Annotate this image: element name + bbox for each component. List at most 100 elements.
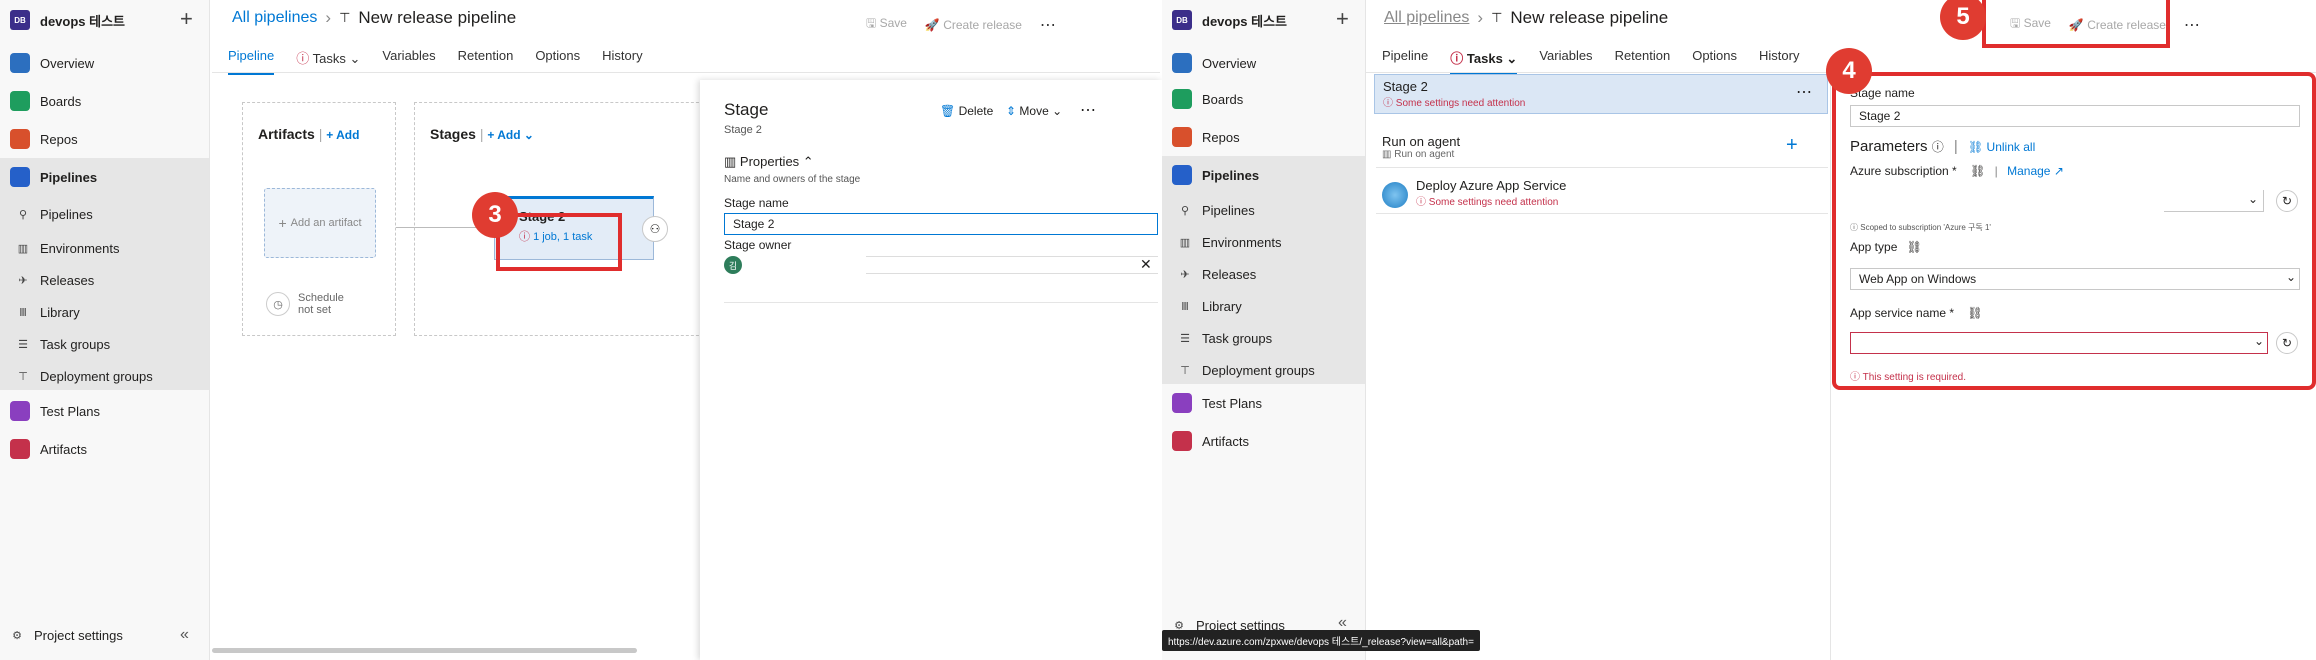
tab-tasks[interactable]: ⓘ Tasks ⌄ xyxy=(296,48,360,75)
annotation-box-5 xyxy=(1982,0,2170,48)
nav-sub-environments[interactable]: ▥ Environments xyxy=(1162,226,1282,258)
move-icon: ⇕ xyxy=(1006,104,1017,118)
tab-options[interactable]: Options xyxy=(1692,48,1737,75)
breadcrumb-all-pipelines[interactable]: All pipelines xyxy=(232,9,317,27)
boards-icon xyxy=(1172,89,1192,109)
properties-header[interactable]: ▥ Properties ⌃ xyxy=(724,154,814,170)
nav-sub-pipelines[interactable]: ⚲ Pipelines xyxy=(0,198,93,230)
clear-owner-icon[interactable]: ✕ xyxy=(1140,256,1152,273)
annotation-badge-3: 3 xyxy=(472,192,518,238)
tab-history[interactable]: History xyxy=(1759,48,1799,75)
task-groups-icon: ☰ xyxy=(1180,332,1190,345)
collapse-icon[interactable]: « xyxy=(180,626,189,644)
nav-sub-deployment-groups[interactable]: ⊤ Deployment groups xyxy=(0,360,153,392)
properties-label: Properties xyxy=(739,154,800,169)
tab-variables[interactable]: Variables xyxy=(382,48,435,75)
add-task-icon[interactable]: + xyxy=(1786,134,1798,157)
nav-boards[interactable]: Boards xyxy=(0,82,81,120)
tab-history[interactable]: History xyxy=(602,48,642,75)
schedule-trigger[interactable]: ◷ Schedule not set xyxy=(266,292,366,316)
warning-label: Some settings need attention xyxy=(1395,98,1526,109)
nav-pipelines[interactable]: Pipelines xyxy=(1162,156,1259,194)
tab-variables[interactable]: Variables xyxy=(1539,48,1592,75)
nav-sub-releases[interactable]: ✈ Releases xyxy=(0,264,94,296)
nav-artifacts[interactable]: Artifacts xyxy=(0,430,87,468)
nav-sub-pipelines[interactable]: ⚲ Pipelines xyxy=(1162,194,1255,226)
environment-icon: ▥ xyxy=(1179,236,1191,249)
stage-list-item[interactable]: Stage 2 ⓘ Some settings need attention xyxy=(1374,74,1828,114)
boards-icon xyxy=(10,91,30,111)
left-sidebar: DB devops 테스트 + Overview Boards Repos Pi… xyxy=(0,0,210,660)
delete-button[interactable]: 🗑 Delete xyxy=(940,104,993,118)
properties-icon: ▥ xyxy=(724,154,737,169)
nav-sub-task-groups[interactable]: ☰ Task groups xyxy=(0,328,110,360)
tab-pipeline[interactable]: Pipeline xyxy=(228,48,275,75)
tab-pipeline[interactable]: Pipeline xyxy=(1382,48,1428,75)
plus-icon[interactable]: + xyxy=(1336,6,1349,32)
add-artifact-card[interactable]: + Add an artifact xyxy=(264,188,376,258)
nav-label: Environments xyxy=(1202,234,1282,250)
nav-project-settings[interactable]: ⚙ Project settings xyxy=(0,628,123,643)
nav-repos[interactable]: Repos xyxy=(0,120,78,158)
nav-pipelines[interactable]: Pipelines xyxy=(0,158,97,196)
nav-test-plans[interactable]: Test Plans xyxy=(1162,384,1262,422)
tab-options[interactable]: Options xyxy=(535,48,580,75)
tab-tasks[interactable]: ⓘ Tasks ⌄ xyxy=(1450,48,1518,75)
nav-sub-library[interactable]: Ⅲ Library xyxy=(0,296,80,328)
azure-app-service-icon xyxy=(1382,182,1408,208)
trash-icon: 🗑 xyxy=(940,104,956,118)
nav-sub-environments[interactable]: ▥ Environments xyxy=(0,232,120,264)
nav-overview[interactable]: Overview xyxy=(1162,44,1256,82)
panel-title: Stage xyxy=(724,100,769,119)
task-item[interactable]: Deploy Azure App Service ⓘ Some settings… xyxy=(1376,174,1828,214)
pipelines-icon xyxy=(10,167,30,187)
owner-avatar: 김 xyxy=(724,256,742,274)
task-title: Deploy Azure App Service xyxy=(1416,178,1567,193)
stage-item-more-icon[interactable]: ⋯ xyxy=(1796,82,1812,102)
nav-test-plans[interactable]: Test Plans xyxy=(0,392,100,430)
org-header[interactable]: DB devops 테스트 xyxy=(1172,10,1287,30)
warning-icon: ⓘ xyxy=(1450,51,1464,66)
org-header[interactable]: DB devops 테스트 xyxy=(10,10,125,30)
nav-sub-library[interactable]: Ⅲ Library xyxy=(1162,290,1242,322)
nav-sub-releases[interactable]: ✈ Releases xyxy=(1162,258,1256,290)
breadcrumb-all-pipelines[interactable]: All pipelines xyxy=(1384,9,1469,27)
org-name: devops 테스트 xyxy=(40,13,126,29)
move-button[interactable]: ⇕ Move ⌄ xyxy=(1006,104,1062,118)
nav-boards[interactable]: Boards xyxy=(1162,80,1243,118)
releases-icon: ✈ xyxy=(18,274,28,287)
nav-repos[interactable]: Repos xyxy=(1162,118,1240,156)
add-stage-link[interactable]: + Add ⌄ xyxy=(487,128,534,142)
nav-overview[interactable]: Overview xyxy=(0,44,94,82)
stages-header: Stages | + Add ⌄ xyxy=(430,126,534,142)
save-label: Save xyxy=(879,16,907,30)
nav-artifacts[interactable]: Artifacts xyxy=(1162,422,1249,460)
stage-name-input[interactable]: Stage 2 xyxy=(724,213,1158,235)
save-button[interactable]: 🖫 Save xyxy=(866,14,907,35)
agent-job-item[interactable]: Run on agent ▥ Run on agent xyxy=(1376,132,1828,168)
nav-sub-deployment-groups[interactable]: ⊤ Deployment groups xyxy=(1162,354,1315,386)
overview-icon xyxy=(1172,53,1192,73)
more-icon[interactable]: ⋯ xyxy=(2184,15,2200,35)
page-title: New release pipeline xyxy=(1510,8,1669,27)
tab-retention[interactable]: Retention xyxy=(1615,48,1671,75)
library-icon: Ⅲ xyxy=(1181,300,1189,313)
warning-label: Some settings need attention xyxy=(1428,197,1559,208)
tab-retention[interactable]: Retention xyxy=(458,48,514,75)
add-label: Add xyxy=(497,128,521,142)
pre-deployment-conditions-icon[interactable]: ⚇ xyxy=(642,216,668,242)
panel-more-icon[interactable]: ⋯ xyxy=(1080,100,1096,120)
gear-icon: ⚙ xyxy=(12,630,22,642)
add-artifact-link[interactable]: + Add xyxy=(326,128,359,142)
more-icon[interactable]: ⋯ xyxy=(1040,15,1056,35)
move-label: Move xyxy=(1019,104,1049,118)
horizontal-scrollbar[interactable] xyxy=(212,648,637,653)
panel-subtitle: Stage 2 xyxy=(724,124,762,136)
nav-label: Repos xyxy=(40,131,78,147)
clock-icon: ◷ xyxy=(266,292,290,316)
plus-icon[interactable]: + xyxy=(180,6,193,32)
nav-sub-task-groups[interactable]: ☰ Task groups xyxy=(1162,322,1272,354)
right-header: All pipelines › ⊤ New release pipeline xyxy=(1384,8,1668,28)
create-release-button[interactable]: 🚀 Create release xyxy=(925,18,1022,32)
owner-field[interactable] xyxy=(866,256,1158,274)
